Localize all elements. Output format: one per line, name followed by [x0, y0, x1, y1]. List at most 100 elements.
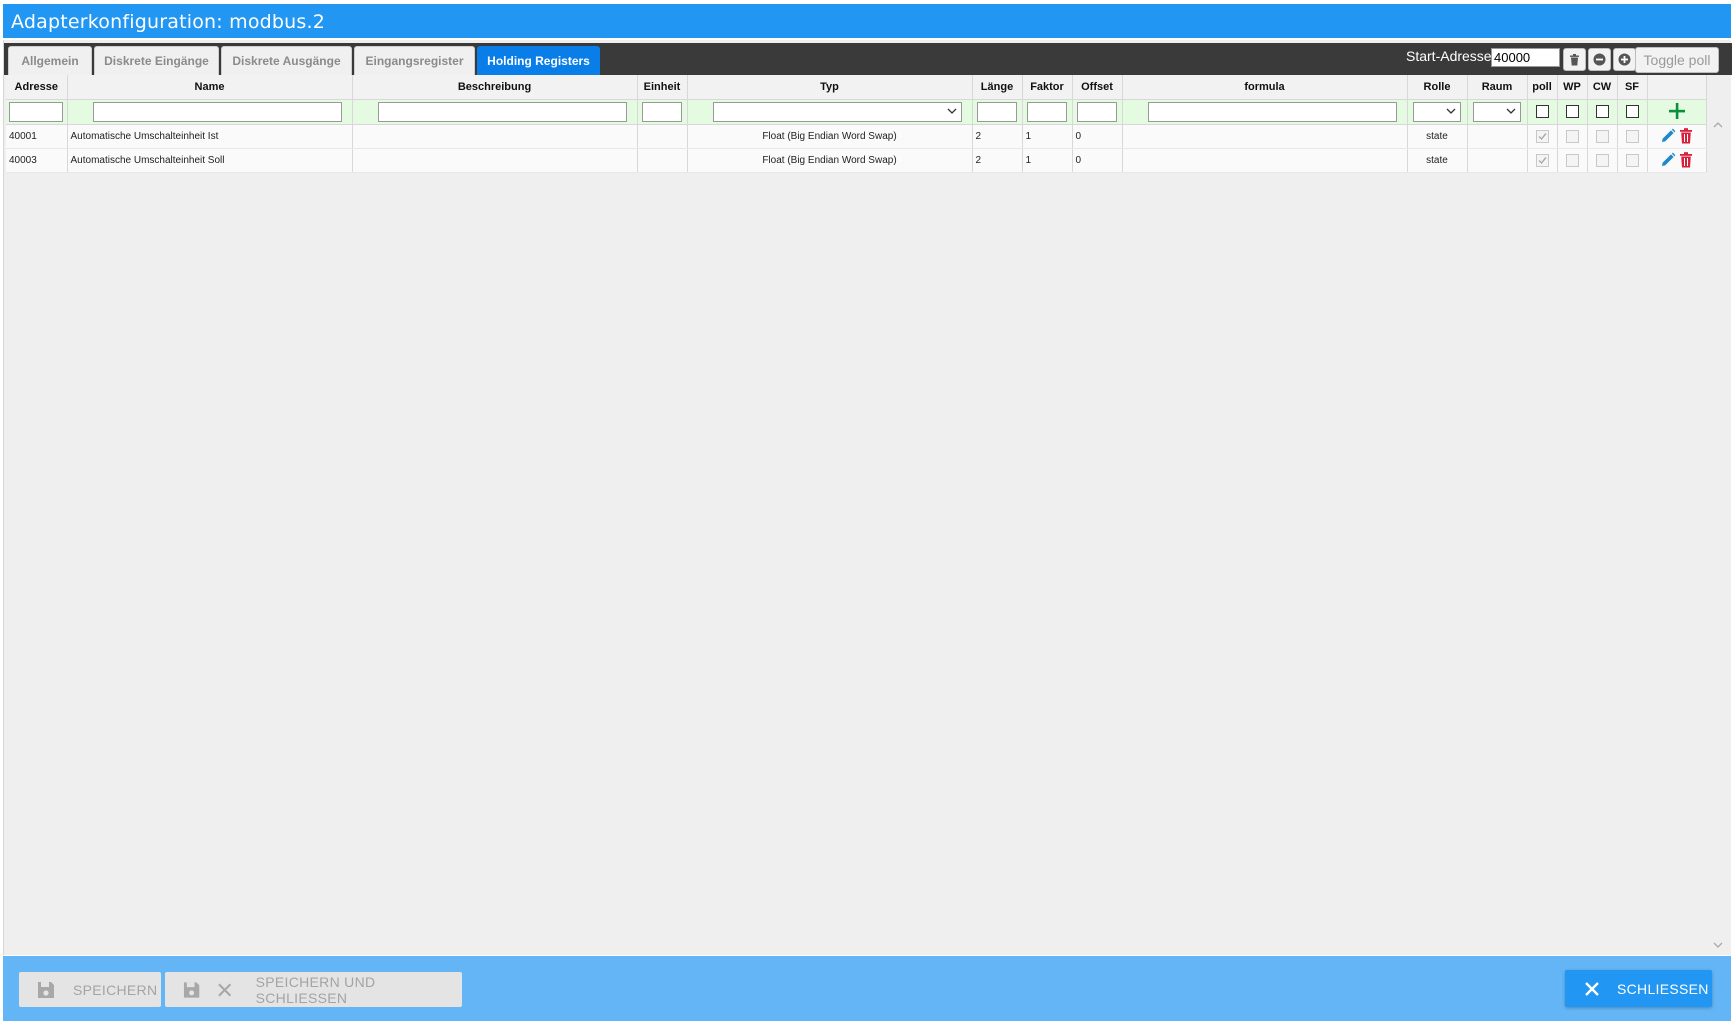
- tab-diskrete-eingaenge[interactable]: Diskrete Eingänge: [94, 46, 219, 75]
- tab-bar: Allgemein Diskrete Eingänge Diskrete Aus…: [4, 43, 1732, 75]
- column-header-rolle[interactable]: Rolle: [1407, 75, 1468, 100]
- start-address-label: Start-Adresse:: [1406, 48, 1496, 64]
- toggle-poll-button[interactable]: Toggle poll: [1635, 47, 1719, 73]
- floppy-disk-icon: [183, 981, 200, 998]
- cell-factor: 1: [1022, 124, 1073, 149]
- column-header-beschreibung[interactable]: Beschreibung: [352, 75, 638, 100]
- chevron-down-icon: [1506, 108, 1516, 114]
- start-address-input[interactable]: [1491, 48, 1560, 67]
- cell-length: 2: [972, 148, 1023, 173]
- close-button-label: SCHLIESSEN: [1617, 980, 1709, 997]
- filter-adresse-input[interactable]: [9, 101, 64, 122]
- close-icon: [1585, 981, 1599, 996]
- dialog-title: Adapterkonfiguration: modbus.2: [11, 11, 326, 33]
- filter-rolle-select[interactable]: [1413, 101, 1461, 122]
- table-scrollbar[interactable]: [1708, 117, 1728, 953]
- filter-sf-checkbox[interactable]: [1625, 104, 1639, 118]
- filter-faktor-input[interactable]: [1027, 101, 1067, 122]
- chevron-down-icon: [947, 108, 957, 114]
- column-header-formula[interactable]: formula: [1122, 75, 1408, 100]
- column-header-adresse[interactable]: Adresse: [6, 75, 68, 100]
- column-header-wp[interactable]: WP: [1557, 75, 1588, 100]
- cell-type: Float (Big Endian Word Swap): [687, 148, 973, 173]
- filter-laenge-input[interactable]: [977, 101, 1017, 122]
- cell-address: 40003: [6, 148, 68, 173]
- delete-icon[interactable]: [1679, 152, 1693, 168]
- column-header-faktor[interactable]: Faktor: [1022, 75, 1073, 100]
- wp-checkbox: [1565, 153, 1579, 167]
- sf-checkbox: [1625, 129, 1639, 143]
- cw-checkbox: [1595, 153, 1609, 167]
- config-panel: Allgemein Diskrete Eingänge Diskrete Aus…: [3, 40, 1732, 955]
- save-button-label: SPEICHERN: [73, 981, 158, 998]
- filter-beschreibung-input[interactable]: [377, 101, 628, 122]
- cell-role: state: [1407, 124, 1468, 149]
- column-header-raum[interactable]: Raum: [1467, 75, 1528, 100]
- filter-formula-input[interactable]: [1147, 101, 1398, 122]
- table-row[interactable]: 40001 Automatische Umschalteinheit Ist F…: [6, 124, 1707, 149]
- table-header-row: Adresse Name Beschreibung Einheit Typ Lä…: [6, 75, 1707, 100]
- tab-holding-registers[interactable]: Holding Registers: [477, 46, 600, 75]
- cell-offset: 0: [1072, 124, 1123, 149]
- cell-room: [1467, 148, 1528, 173]
- save-and-close-button[interactable]: SPEICHERN UND SCHLIESSEN: [165, 972, 462, 1007]
- tab-eingangsregister[interactable]: Eingangsregister: [354, 46, 475, 75]
- column-header-offset[interactable]: Offset: [1072, 75, 1123, 100]
- column-header-typ[interactable]: Typ: [687, 75, 973, 100]
- column-header-sf[interactable]: SF: [1617, 75, 1648, 100]
- title-bar: Adapterkonfiguration: modbus.2: [3, 4, 1731, 38]
- wp-checkbox: [1565, 129, 1579, 143]
- close-icon: [218, 983, 232, 996]
- column-header-actions: [1647, 75, 1707, 100]
- column-header-poll[interactable]: poll: [1527, 75, 1558, 100]
- add-row-button[interactable]: [1613, 48, 1636, 71]
- column-header-laenge[interactable]: Länge: [972, 75, 1023, 100]
- add-row-plus-icon[interactable]: [1668, 102, 1686, 120]
- delete-all-button[interactable]: [1563, 48, 1586, 71]
- cell-name: Automatische Umschalteinheit Soll: [67, 148, 353, 173]
- cell-name: Automatische Umschalteinheit Ist: [67, 124, 353, 149]
- scroll-up-icon[interactable]: [1713, 121, 1723, 129]
- tab-diskrete-ausgaenge[interactable]: Diskrete Ausgänge: [221, 46, 352, 75]
- cell-formula: [1122, 148, 1408, 173]
- save-button[interactable]: SPEICHERN: [19, 972, 161, 1007]
- remove-row-button[interactable]: [1588, 48, 1611, 71]
- cw-checkbox: [1595, 129, 1609, 143]
- scroll-down-icon[interactable]: [1713, 941, 1723, 949]
- filter-einheit-input[interactable]: [642, 101, 682, 122]
- pencil-icon[interactable]: [1660, 152, 1676, 168]
- column-header-name[interactable]: Name: [67, 75, 353, 100]
- filter-cw-checkbox[interactable]: [1595, 104, 1609, 118]
- chevron-down-icon: [1446, 108, 1456, 114]
- save-and-close-label: SPEICHERN UND SCHLIESSEN: [255, 973, 376, 1006]
- column-header-einheit[interactable]: Einheit: [637, 75, 688, 100]
- floppy-disk-icon: [38, 981, 54, 998]
- filter-offset-input[interactable]: [1077, 101, 1117, 122]
- cell-unit: [637, 148, 688, 173]
- column-header-cw[interactable]: CW: [1587, 75, 1618, 100]
- checkmark-icon: [1538, 156, 1547, 164]
- poll-checkbox: [1535, 153, 1549, 167]
- registers-table: Adresse Name Beschreibung Einheit Typ Lä…: [6, 75, 1707, 173]
- filter-poll-checkbox[interactable]: [1535, 104, 1549, 118]
- filter-name-input[interactable]: [92, 101, 343, 122]
- cell-description: [352, 124, 638, 149]
- filter-wp-checkbox[interactable]: [1565, 104, 1579, 118]
- table-row[interactable]: 40003 Automatische Umschalteinheit Soll …: [6, 148, 1707, 173]
- sf-checkbox: [1625, 153, 1639, 167]
- filter-typ-select[interactable]: [712, 101, 963, 122]
- filter-row: [6, 99, 1707, 125]
- tab-allgemein[interactable]: Allgemein: [8, 46, 92, 75]
- cell-factor: 1: [1022, 148, 1073, 173]
- cell-role: state: [1407, 148, 1468, 173]
- cell-offset: 0: [1072, 148, 1123, 173]
- pencil-icon[interactable]: [1660, 128, 1676, 144]
- close-button[interactable]: SCHLIESSEN: [1565, 970, 1712, 1007]
- cell-length: 2: [972, 124, 1023, 149]
- filter-raum-select[interactable]: [1473, 101, 1521, 122]
- cell-description: [352, 148, 638, 173]
- cell-room: [1467, 124, 1528, 149]
- delete-icon[interactable]: [1679, 128, 1693, 144]
- cell-formula: [1122, 124, 1408, 149]
- cell-unit: [637, 124, 688, 149]
